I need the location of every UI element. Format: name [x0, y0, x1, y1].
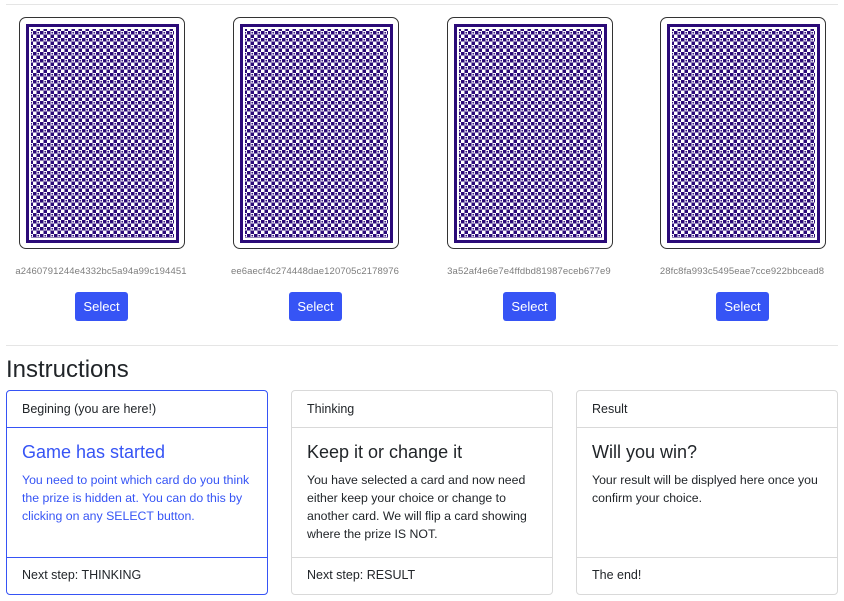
card-back-pattern-icon — [240, 24, 393, 243]
card-back-pattern-icon — [26, 24, 179, 243]
card-back-pattern-icon — [667, 24, 820, 243]
top-divider — [6, 4, 838, 5]
step-card-thinking: Thinking Keep it or change it You have s… — [291, 390, 553, 595]
card-back-pattern-icon — [454, 24, 607, 243]
step-text: You need to point which card do you thin… — [22, 473, 250, 523]
card-id-3: 3a52af4e6e7e4ffdbd81987eceb677e9 — [447, 266, 611, 277]
card-back-4 — [660, 17, 826, 249]
card-back-1 — [19, 17, 185, 249]
step-body: Will you win? Your result will be disply… — [577, 428, 837, 558]
step-title: Will you win? — [592, 442, 698, 462]
card-id-2: ee6aecf4c274448dae120705c2178976 — [230, 266, 400, 277]
step-card-result: Result Will you win? Your result will be… — [576, 390, 838, 595]
select-card-4-button[interactable]: Select — [716, 292, 769, 321]
step-footer: Next step: THINKING — [7, 557, 267, 594]
card-id-4: 28fc8fa993c5495eae7cce922bbcead8 — [659, 266, 825, 277]
instructions-title: Instructions — [6, 356, 129, 383]
step-footer: Next step: RESULT — [292, 557, 552, 594]
step-body: Game has started You need to point which… — [7, 428, 267, 558]
step-text: Your result will be displyed here once y… — [592, 473, 818, 505]
section-divider — [6, 345, 838, 346]
step-title: Game has started — [22, 442, 166, 462]
step-header: Thinking — [292, 391, 552, 428]
card-back-2 — [233, 17, 399, 249]
select-card-3-button[interactable]: Select — [503, 292, 556, 321]
step-title: Keep it or change it — [307, 442, 463, 462]
select-card-2-button[interactable]: Select — [289, 292, 342, 321]
step-body: Keep it or change it You have selected a… — [292, 428, 552, 558]
card-id-1: a2460791244e4332bc5a94a99c194451 — [15, 266, 187, 277]
step-text: You have selected a card and now need ei… — [307, 473, 527, 541]
step-header: Result — [577, 391, 837, 428]
step-footer: The end! — [577, 557, 837, 594]
step-card-beginning: Begining (you are here!) Game has starte… — [6, 390, 268, 595]
card-back-3 — [447, 17, 613, 249]
select-card-1-button[interactable]: Select — [75, 292, 128, 321]
step-header: Begining (you are here!) — [7, 391, 267, 428]
